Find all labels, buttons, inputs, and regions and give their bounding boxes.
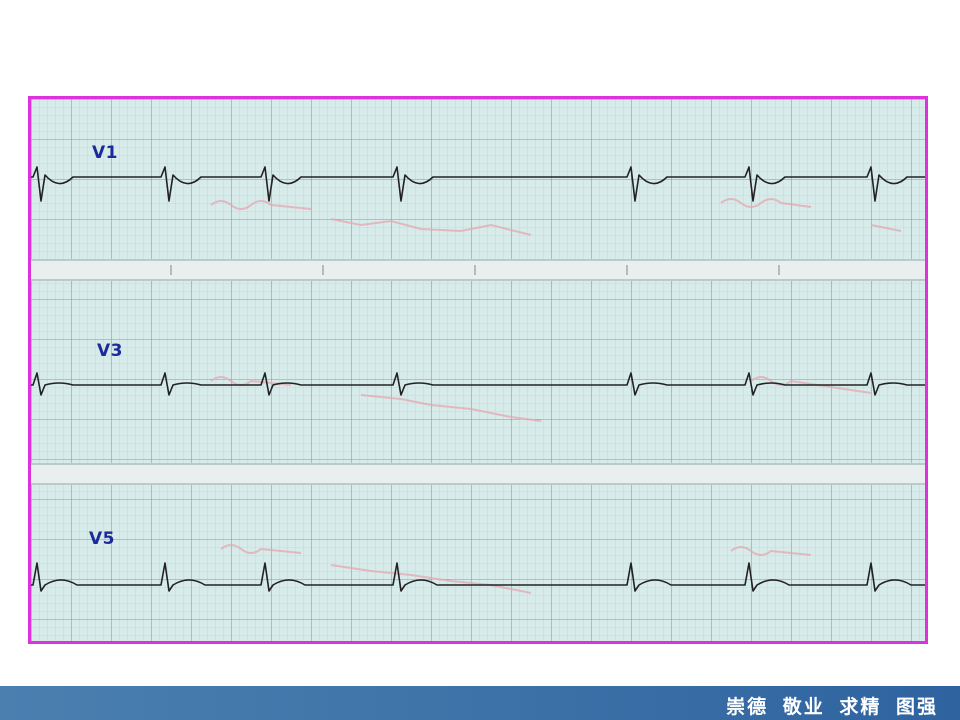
ecg-paper — [31, 99, 925, 641]
lead-label-v5: V5 — [89, 529, 115, 549]
lead-label-v3: V3 — [97, 341, 123, 361]
lead-label-v1: V1 — [92, 143, 118, 163]
footer-motto: 崇德 敬业 求精 图强 — [726, 696, 938, 718]
ecg-strip-image: V1 V3 V5 — [28, 96, 928, 644]
strip-separator — [31, 259, 925, 281]
strip-separator — [31, 463, 925, 485]
footer-bar: 崇德 敬业 求精 图强 — [0, 686, 960, 720]
slide: V1 V3 V5 崇德 敬业 求精 图强 — [0, 0, 960, 720]
